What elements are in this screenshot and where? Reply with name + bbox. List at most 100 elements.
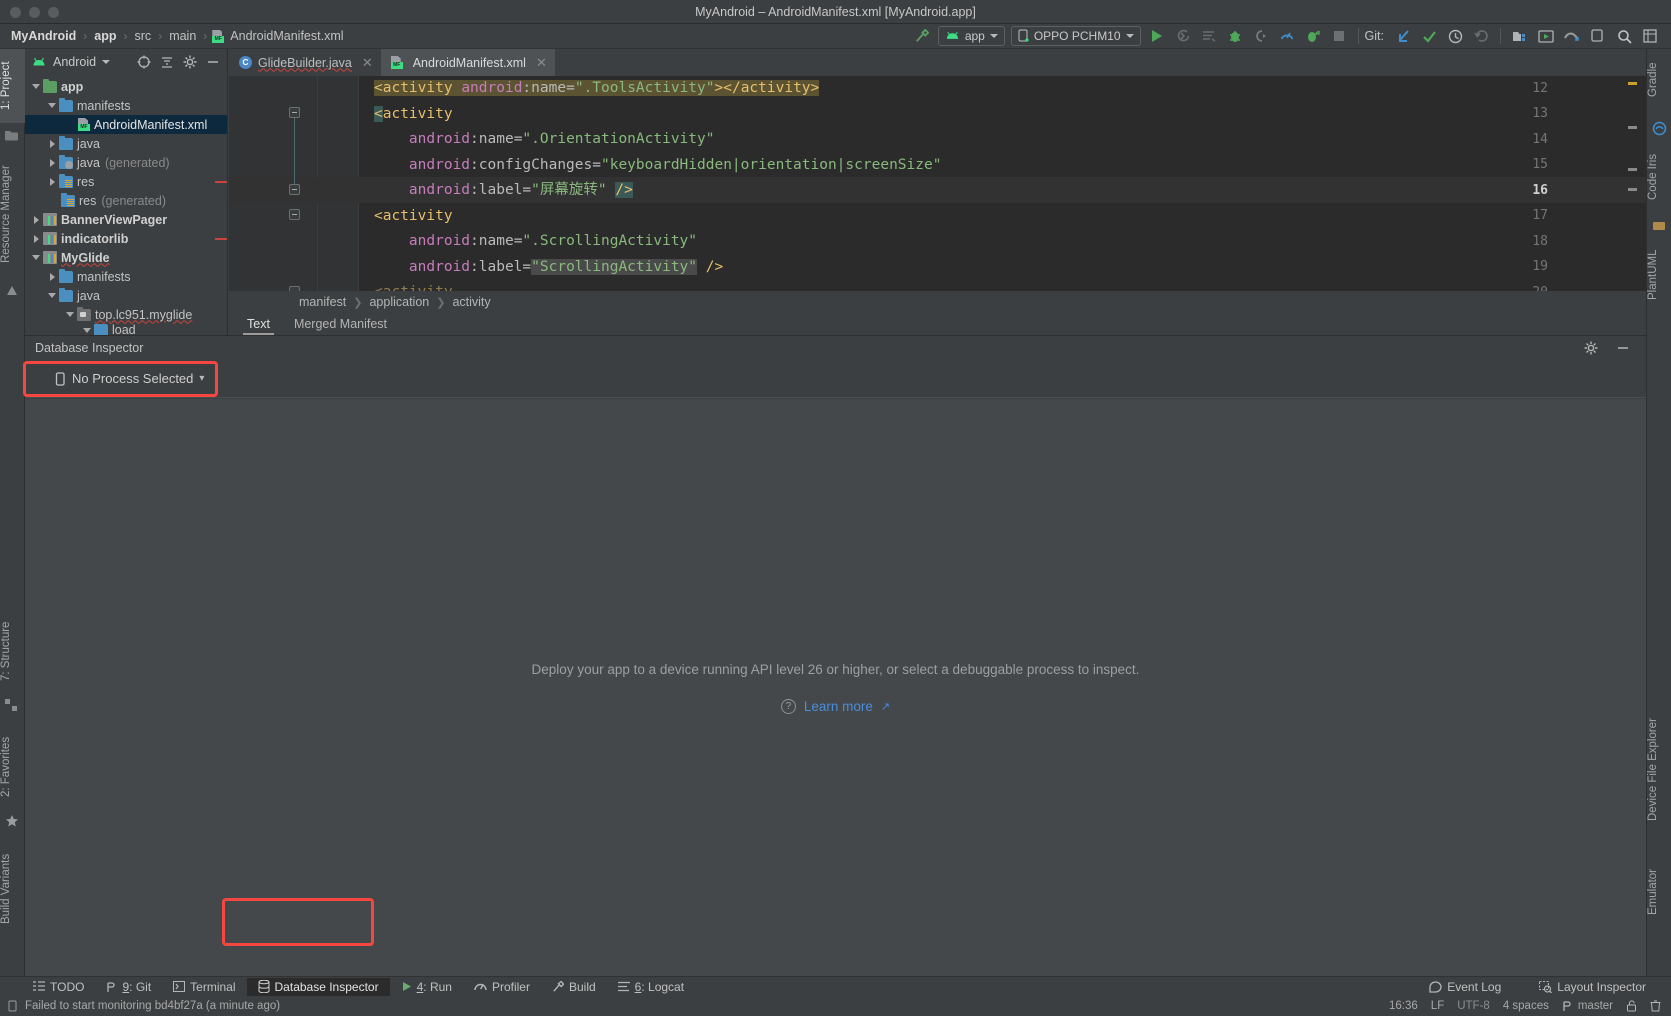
maximize-window-button[interactable] [48, 6, 59, 18]
close-window-button[interactable] [10, 6, 21, 18]
chevron-down-icon[interactable] [65, 309, 76, 320]
editor-source-text[interactable]: <activity android:name=".ToolsActivity">… [359, 76, 1646, 291]
breadcrumb-item-project[interactable]: MyAndroid [9, 29, 78, 43]
hammer-icon[interactable] [909, 25, 935, 47]
process-selector-dropdown[interactable]: No Process Selected ▾ [47, 368, 212, 389]
project-tree[interactable]: app manifests AndroidManifest.xml java j… [25, 75, 227, 336]
learn-more-row[interactable]: ? Learn more ↗ [780, 698, 890, 714]
sidebar-tab-resource-manager[interactable]: Resource Manager [0, 149, 25, 279]
fold-toggle-icon[interactable] [289, 107, 300, 118]
chevron-down-icon[interactable] [102, 60, 111, 64]
tab-merged-manifest[interactable]: Merged Manifest [284, 315, 397, 335]
collapse-all-icon[interactable] [156, 52, 177, 73]
sidebar-tab-project[interactable]: 1: Project [0, 49, 25, 123]
run-configuration-selector[interactable]: app [937, 26, 1005, 46]
avd-manager-icon[interactable] [1533, 25, 1559, 47]
bottom-tool-profiler[interactable]: Profiler [463, 978, 541, 996]
breadcrumb-item-main[interactable]: main [167, 29, 198, 43]
tree-row[interactable]: top.lc951.myglide [25, 305, 227, 324]
learn-more-link[interactable]: Learn more [804, 699, 873, 714]
tree-row[interactable]: MyGlide [25, 248, 227, 267]
minimize-window-button[interactable] [29, 6, 40, 18]
search-icon[interactable] [1611, 25, 1637, 47]
bottom-tool-todo[interactable]: TODO [22, 978, 95, 996]
tree-row-androidmanifest[interactable]: AndroidManifest.xml [25, 115, 227, 134]
sidebar-tab-device-file-explorer[interactable]: Device File Explorer [1647, 697, 1671, 842]
chevron-down-icon[interactable] [82, 325, 93, 336]
project-view-label[interactable]: Android [53, 55, 96, 69]
scrollbar-change-marker[interactable] [1628, 168, 1637, 171]
scrollbar-warning-marker[interactable] [1628, 82, 1637, 85]
tree-row[interactable]: res (generated) [25, 191, 227, 210]
settings-gear-icon[interactable] [179, 52, 200, 73]
device-selector[interactable]: OPPO PCHM10 [1010, 26, 1141, 46]
lock-icon[interactable] [1626, 1000, 1637, 1012]
chevron-right-icon[interactable] [31, 233, 42, 244]
editor-code-area[interactable]: 12 13 14 15 16 17 18 19 20 <activity and… [229, 76, 1646, 291]
profile-app-icon[interactable] [1300, 25, 1326, 47]
chevron-down-icon[interactable] [47, 100, 58, 111]
sidebar-tab-build-variants[interactable]: Build Variants [0, 839, 25, 939]
chevron-right-icon[interactable] [47, 138, 58, 149]
breadcrumb-item-module[interactable]: app [92, 29, 118, 43]
update-project-icon[interactable] [1390, 25, 1416, 47]
trash-icon[interactable] [1650, 1000, 1661, 1012]
editor-tab-glidebuilder[interactable]: C GlideBuilder.java ✕ [229, 49, 381, 76]
chevron-right-icon[interactable] [47, 271, 58, 282]
profiler-icon[interactable] [1274, 25, 1300, 47]
tree-row[interactable]: res [25, 172, 227, 191]
editor-breadcrumb-manifest[interactable]: manifest [299, 295, 346, 309]
chevron-down-icon[interactable] [31, 252, 42, 263]
tree-row[interactable]: java (generated) [25, 153, 227, 172]
sidebar-tab-favorites[interactable]: 2: Favorites [0, 724, 25, 809]
tree-row[interactable]: manifests [25, 267, 227, 286]
fold-toggle-icon[interactable] [289, 209, 300, 220]
bottom-tool-event-log[interactable]: Event Log [1418, 978, 1512, 996]
bottom-tool-git[interactable]: 9: Git [95, 978, 162, 996]
close-icon[interactable]: ✕ [362, 55, 373, 71]
tree-row[interactable]: java [25, 134, 227, 153]
chevron-right-icon[interactable] [47, 157, 58, 168]
settings-icon[interactable] [1637, 25, 1663, 47]
history-icon[interactable] [1442, 25, 1468, 47]
bottom-tool-terminal[interactable]: Terminal [162, 978, 246, 996]
fold-toggle-icon[interactable] [289, 184, 300, 195]
scrollbar-change-marker[interactable] [1628, 188, 1637, 191]
bottom-tool-build[interactable]: Build [541, 978, 607, 996]
breadcrumb-item-src[interactable]: src [133, 29, 154, 43]
chevron-right-icon[interactable] [31, 214, 42, 225]
bottom-tool-layout-inspector[interactable]: Layout Inspector [1528, 978, 1657, 996]
tree-row[interactable]: manifests [25, 96, 227, 115]
tab-text[interactable]: Text [237, 315, 280, 335]
tree-row[interactable]: java [25, 286, 227, 305]
sidebar-tab-gradle[interactable]: Gradle [1647, 49, 1671, 111]
commit-icon[interactable] [1416, 25, 1442, 47]
bottom-tool-logcat[interactable]: 6: Logcat [607, 978, 695, 996]
chevron-down-icon[interactable] [31, 81, 42, 92]
sidebar-tab-emulator[interactable]: Emulator [1647, 849, 1671, 934]
device-file-explorer-icon[interactable] [1559, 25, 1585, 47]
hide-panel-icon[interactable] [202, 52, 223, 73]
tree-row[interactable]: app [25, 77, 227, 96]
editor-breadcrumb-activity[interactable]: activity [452, 295, 490, 309]
debug-icon[interactable] [1222, 25, 1248, 47]
sidebar-tab-code-iris[interactable]: Code Iris [1647, 141, 1671, 213]
window-traffic-lights[interactable] [10, 0, 59, 24]
status-branch[interactable]: master [1562, 1000, 1613, 1012]
sdk-manager-icon[interactable] [1507, 25, 1533, 47]
chevron-down-icon[interactable] [47, 290, 58, 301]
hide-panel-icon[interactable] [1610, 337, 1636, 359]
run-icon[interactable] [1144, 25, 1170, 47]
status-indent[interactable]: 4 spaces [1503, 1000, 1549, 1012]
chevron-right-icon[interactable] [47, 176, 58, 187]
bottom-tool-run[interactable]: 4: Run [390, 978, 463, 996]
tree-row[interactable]: BannerViewPager [25, 210, 227, 229]
editor-tab-androidmanifest[interactable]: AndroidManifest.xml ✕ [380, 49, 555, 76]
scrollbar-change-marker[interactable] [1628, 126, 1637, 129]
status-line-separator[interactable]: LF [1431, 1000, 1444, 1012]
settings-gear-icon[interactable] [1578, 337, 1604, 359]
sidebar-tab-plantuml[interactable]: PlantUML [1647, 239, 1671, 311]
breadcrumb-item-file[interactable]: AndroidManifest.xml [228, 29, 345, 43]
select-opened-file-icon[interactable] [133, 52, 154, 73]
close-icon[interactable]: ✕ [536, 55, 547, 71]
